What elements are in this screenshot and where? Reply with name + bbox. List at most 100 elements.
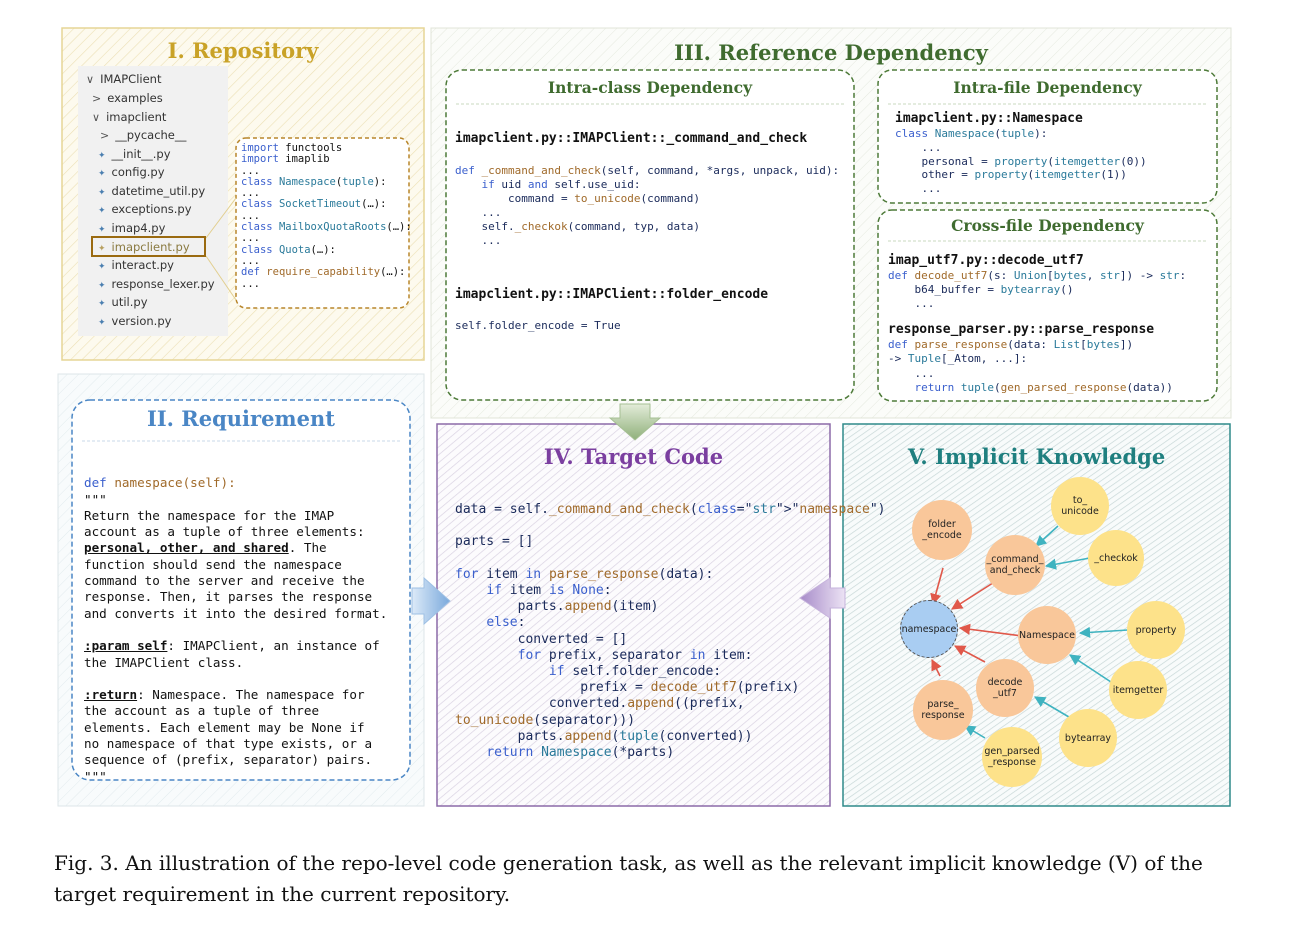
target-code-line: prefix = decode_utf7(prefix) [455,680,800,696]
python-file-icon: ✦ [98,169,106,179]
graph-node-decode-utf7: decode _utf7 [976,659,1034,717]
graph-node-parse-response: parse_ response [913,680,973,740]
reference-title: III. Reference Dependency [674,40,988,65]
python-file-icon: ✦ [98,299,106,309]
target-code-line: parts = [] [455,534,534,550]
intra-class-code-line: def _command_and_check(self, command, *a… [455,164,840,177]
req-def: def [84,475,115,491]
cross-file-code-line: return tuple(gen_parsed_response(data)) [914,380,1173,394]
cross-file-code-1: def decode_utf7(s: Union[bytes, str]) ->… [888,269,1186,311]
python-file-icon: ✦ [98,318,106,328]
intra-file-title: Intra-file Dependency [953,78,1142,97]
tree-item[interactable]: ✦ version.py [98,314,171,328]
tree-item-label: config.py [111,165,165,179]
graph-node-namespace: Namespace [1018,606,1076,664]
cross-file-code-line: -> Tuple[_Atom, ...]: [888,352,1028,366]
intra-file-code: class Namespace(tuple): ... personal = p… [895,127,1147,196]
tree-item-label: response_lexer.py [111,277,215,291]
graph-node-gen-parsed-response: gen_parsed _response [982,727,1042,787]
intra-class-heading-2: imapclient.py::IMAPClient::folder_encode [455,287,769,302]
intra-file-code-line: ... [895,140,942,154]
intra-class-heading-1: imapclient.py::IMAPClient::_command_and_… [455,131,808,146]
tree-item-label: IMAPClient [100,72,162,86]
graph-node-itemgetter: itemgetter [1109,661,1167,719]
tree-item-label: __pycache__ [115,128,187,142]
target-code-block: data = self._command_and_check(class="st… [455,502,886,761]
req-return-label: :return [84,687,138,703]
cross-file-code-line: ... [888,297,935,310]
tree-item-label: imap4.py [111,221,166,235]
intra-class-title: Intra-class Dependency [547,78,753,97]
target-code-line: data = self._command_and_check(class="st… [455,502,886,517]
tree-item-label: interact.py [111,258,174,272]
tree-item[interactable]: ✦ config.py [98,165,165,179]
graph-node-checkok: _checkok [1088,530,1144,586]
target-code-line: parts.append(tuple(converted)) [455,728,753,744]
chevron-icon: ∨ [92,111,101,124]
cross-file-code-2: def parse_response(data: List[bytes]) -> … [888,338,1173,395]
target-code-line: return Namespace(*parts) [486,745,675,761]
repo-preview-line: class Quota(…): [241,243,336,256]
target-code-line [455,551,886,567]
python-file-icon: ✦ [98,151,106,161]
target-code-line: if item is None: [486,583,612,599]
target-code-line: else: [486,615,526,631]
req-sig: namespace(self): [114,475,236,491]
intra-file-code-line: personal = property(itemgetter(0)) [895,154,1147,168]
tree-item[interactable]: ✦ util.py [98,295,148,309]
graph-node-to-unicode: to_ unicode [1051,477,1109,535]
cross-file-code-line: ... [888,366,935,380]
tree-item-label: __init__.py [111,147,171,161]
implicit-title: V. Implicit Knowledge [907,444,1166,469]
tree-item[interactable]: ✦ response_lexer.py [98,277,215,291]
repo-preview-line: ... [241,277,260,290]
cross-file-title: Cross-file Dependency [951,216,1144,235]
intra-file-code-line: other = property(itemgetter(1)) [895,168,1127,182]
graph-node-property: property [1127,601,1185,659]
chevron-icon: ∨ [86,73,95,86]
repo-preview-line: class SocketTimeout(…): [241,198,387,211]
python-file-icon: ✦ [98,244,106,254]
tree-item[interactable]: ✦ datetime_util.py [98,184,205,198]
target-code-line: to_unicode(separator))) [455,712,636,728]
tree-item[interactable]: ✦ interact.py [98,258,174,272]
tree-item-label: util.py [111,295,148,309]
tree-item[interactable]: ∨ imapclient [92,110,166,124]
tree-item-label: version.py [111,314,172,328]
repo-preview-line: def require_capability(…): [241,266,406,279]
repo-preview-line: class Namespace(tuple): [241,175,387,188]
graph-node-namespace: namespace [900,600,958,658]
tree-item[interactable]: ✦ __init__.py [98,147,171,161]
tree-item[interactable]: ∨ IMAPClient [86,72,161,86]
intra-file-code-line: ... [895,182,942,196]
req-quote-close: """ [84,768,107,784]
repo-preview-line: import imaplib [241,153,330,166]
req-quote-open: """ [84,491,107,507]
intra-class-code-line: command = to_unicode(command) [455,192,701,205]
python-file-icon: ✦ [98,262,106,272]
intra-class-code-line: if uid and self.use_uid: [481,178,641,191]
requirement-title: II. Requirement [147,406,335,431]
cross-file-code-line: def parse_response(data: List[bytes]) [888,338,1134,351]
repo-file-preview: import functools import imaplib... class N… [241,142,412,290]
chevron-icon: > [100,129,110,142]
tree-item[interactable]: > examples [92,91,163,105]
chevron-icon: > [92,92,102,105]
intra-file-code-line: class Namespace(tuple): [895,127,1048,140]
requirement-docstring: def namespace(self): """ Return the name… [84,459,387,785]
cross-file-heading-1: imap_utf7.py::decode_utf7 [888,253,1084,268]
figure-caption: Fig. 3. An illustration of the repo-leve… [54,851,1203,906]
intra-file-heading: imapclient.py::Namespace [895,111,1083,126]
graph-node-command-and-check: _command_ and_check [985,535,1045,595]
tree-item[interactable]: ✦ imapclient.py [98,240,190,254]
tree-item[interactable]: ✦ exceptions.py [98,202,192,216]
tree-item-label: exceptions.py [111,202,192,216]
req-desc-bold: personal, other, and shared [84,540,289,556]
target-code-line: if self.folder_encode: [548,664,722,680]
tree-item[interactable]: > __pycache__ [100,128,186,142]
tree-item-label: datetime_util.py [111,184,206,198]
target-code-line: for item in parse_response(data): [455,566,714,582]
graph-node-bytearray: bytearray [1059,709,1117,767]
target-code-line: converted = [] [455,631,628,647]
tree-item[interactable]: ✦ imap4.py [98,221,165,235]
